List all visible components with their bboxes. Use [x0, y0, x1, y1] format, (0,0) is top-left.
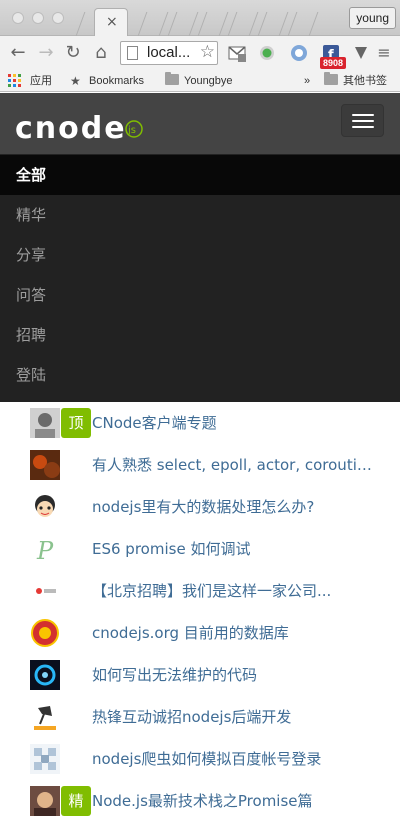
zoom-window-dot[interactable]: [52, 12, 64, 24]
forward-arrow-icon[interactable]: →: [36, 42, 56, 64]
home-icon[interactable]: ⌂: [91, 42, 111, 64]
avatar[interactable]: [30, 576, 60, 606]
topic-title-link[interactable]: 如何写出无法维护的代码: [92, 665, 372, 685]
bookmark-bookmarks[interactable]: Bookmarks: [89, 73, 144, 89]
browser-titlebar: × young: [0, 0, 400, 36]
good-badge: 精: [61, 786, 91, 816]
bookmark-star-icon[interactable]: ☆: [200, 42, 215, 62]
avatar[interactable]: [30, 492, 60, 522]
topic-row[interactable]: 精 Node.js最新技术栈之Promise篇: [0, 781, 400, 821]
nav-item-login[interactable]: 登陆: [0, 355, 400, 395]
topic-row[interactable]: cnodejs.org 目前用的数据库: [0, 613, 400, 653]
browser-tab[interactable]: ×: [94, 8, 128, 36]
nav-menu: 全部 精华 分享 问答 招聘 登陆: [0, 154, 400, 402]
avatar[interactable]: [30, 702, 60, 732]
tab-close-icon[interactable]: ×: [106, 14, 118, 30]
hamburger-line: [352, 114, 374, 116]
logo-suffix: js: [127, 125, 136, 136]
minimize-window-dot[interactable]: [32, 12, 44, 24]
nav-item-job[interactable]: 招聘: [0, 315, 400, 355]
topic-row[interactable]: 热锋互动诚招nodejs后端开发: [0, 697, 400, 737]
topic-title-link[interactable]: Node.js最新技术栈之Promise篇: [92, 791, 372, 811]
topic-title-link[interactable]: 有人熟悉 select, epoll, actor, coroutine...: [92, 455, 372, 475]
extension-badge: 8908: [320, 57, 346, 69]
page-icon: [127, 46, 138, 60]
avatar[interactable]: [30, 786, 60, 816]
bookmark-folder-label: Youngbye: [184, 75, 233, 87]
nav-item-good[interactable]: 精华: [0, 195, 400, 235]
bookmark-folder-other[interactable]: 其他书签: [324, 72, 387, 89]
gmail-extension-icon[interactable]: [228, 44, 246, 62]
bookmarks-bar: 应用 ★ Bookmarks Youngbye » 其他书签: [0, 70, 400, 92]
arrow-extension-icon[interactable]: [352, 44, 370, 62]
tab-strip: ×: [75, 8, 340, 36]
close-window-dot[interactable]: [12, 12, 24, 24]
nav-item-all[interactable]: 全部: [0, 155, 400, 195]
tab-divider: [197, 12, 229, 36]
avatar[interactable]: [30, 618, 60, 648]
topic-row[interactable]: 有人熟悉 select, epoll, actor, coroutine...: [0, 445, 400, 485]
topic-title-link[interactable]: nodejs里有大的数据处理怎么办?: [92, 497, 372, 517]
apps-grid-icon[interactable]: [8, 74, 22, 88]
hamburger-line: [352, 126, 374, 128]
tab-divider: [227, 12, 259, 36]
tab-divider: [287, 12, 319, 36]
avatar[interactable]: [30, 450, 60, 480]
topic-title-link[interactable]: 【北京招聘】我们是这样一家公司...: [92, 581, 372, 601]
menu-toggle-button[interactable]: [341, 104, 384, 137]
topic-row[interactable]: nodejs里有大的数据处理怎么办?: [0, 487, 400, 527]
address-bar[interactable]: local... ☆: [120, 41, 218, 65]
address-text: local...: [147, 44, 191, 61]
topic-row[interactable]: 【北京招聘】我们是这样一家公司...: [0, 571, 400, 611]
topic-row[interactable]: 顶 CNode客户端专题: [0, 403, 400, 443]
svg-text:P: P: [36, 537, 54, 564]
chrome-menu-icon[interactable]: ≡: [374, 42, 394, 64]
bookmarks-overflow-button[interactable]: »: [304, 73, 310, 89]
topic-title-link[interactable]: ES6 promise 如何调试: [92, 539, 372, 559]
tab-divider: [137, 12, 169, 36]
back-arrow-icon[interactable]: ←: [8, 42, 28, 64]
tab-divider: [257, 12, 289, 36]
bookmark-other-label: 其他书签: [343, 75, 387, 87]
bookmark-folder-youngbye[interactable]: Youngbye: [165, 72, 233, 89]
avatar[interactable]: [30, 744, 60, 774]
topic-title-link[interactable]: CNode客户端专题: [92, 413, 372, 433]
folder-icon: [324, 72, 338, 85]
topic-title-link[interactable]: nodejs爬虫如何模拟百度帐号登录: [92, 749, 372, 769]
status-extension-icon[interactable]: [258, 44, 276, 62]
topic-row[interactable]: 如何写出无法维护的代码: [0, 655, 400, 695]
cnode-logo[interactable]: cnode js: [15, 111, 155, 148]
skype-extension-icon[interactable]: [290, 44, 308, 62]
folder-icon: [165, 72, 179, 85]
avatar[interactable]: P: [30, 534, 60, 564]
profile-button[interactable]: young: [349, 7, 396, 29]
top-badge: 顶: [61, 408, 91, 438]
topic-row[interactable]: P ES6 promise 如何调试: [0, 529, 400, 569]
nav-item-share[interactable]: 分享: [0, 235, 400, 275]
topic-title-link[interactable]: cnodejs.org 目前用的数据库: [92, 623, 372, 643]
avatar[interactable]: [30, 408, 60, 438]
topic-title-link[interactable]: 热锋互动诚招nodejs后端开发: [92, 707, 372, 727]
reload-icon[interactable]: ↻: [63, 42, 83, 64]
hamburger-line: [352, 120, 374, 122]
bookmark-apps[interactable]: 应用: [30, 73, 52, 89]
nav-item-ask[interactable]: 问答: [0, 275, 400, 315]
avatar[interactable]: [30, 660, 60, 690]
tab-divider: [167, 12, 199, 36]
cnode-logo-graphic: cnode js: [15, 111, 143, 146]
topic-row[interactable]: nodejs爬虫如何模拟百度帐号登录: [0, 739, 400, 779]
star-icon: ★: [70, 74, 81, 88]
logo-text: cnode: [15, 112, 127, 144]
